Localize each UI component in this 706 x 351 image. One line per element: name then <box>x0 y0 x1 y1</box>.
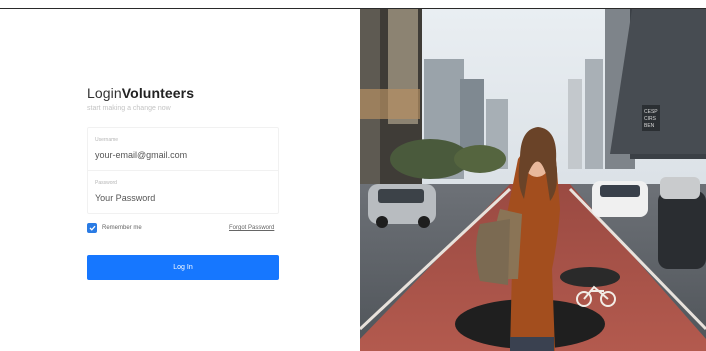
sign-line-2: CIRS <box>644 116 657 122</box>
username-field[interactable]: Username <box>88 128 278 171</box>
check-icon <box>89 225 95 231</box>
page-title: LoginVolunteers <box>87 85 195 101</box>
username-label: Username <box>95 137 119 143</box>
username-input[interactable] <box>95 150 275 160</box>
brand-name: Volunteers <box>121 85 195 101</box>
password-input[interactable] <box>95 193 275 203</box>
sign-line-1: CESP <box>644 109 658 115</box>
city-street-photo: CESP CIRS BEN <box>360 9 706 351</box>
password-label: Password <box>95 180 117 186</box>
login-form: Username Password <box>87 127 279 214</box>
login-button[interactable]: Log In <box>87 255 279 280</box>
sign-line-3: BEN <box>644 123 655 129</box>
hero-photo: CESP CIRS BEN <box>360 9 706 351</box>
page-subtitle: start making a change now <box>87 105 171 112</box>
forgot-password-link[interactable]: Forgot Password <box>229 225 274 231</box>
password-field[interactable]: Password <box>88 171 278 214</box>
remember-checkbox[interactable] <box>87 223 97 233</box>
remember-me[interactable]: Remember me <box>87 223 142 233</box>
remember-label: Remember me <box>102 225 142 231</box>
